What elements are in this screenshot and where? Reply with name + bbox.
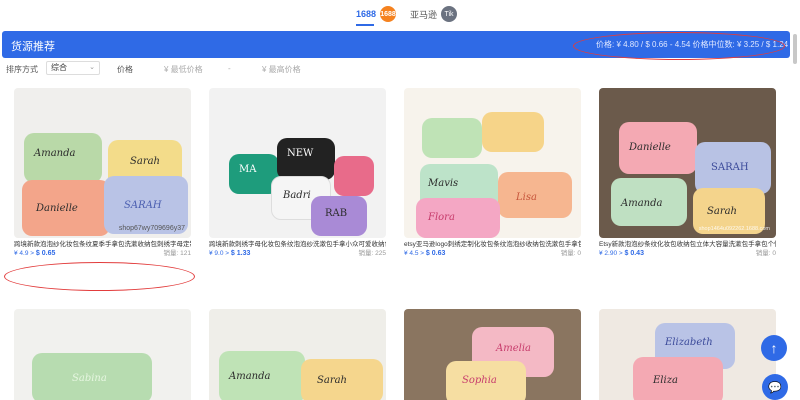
bag-text: RAB [325, 208, 348, 219]
tab-1688[interactable]: 1688 1688 [356, 4, 397, 26]
bag-text: Eliza [653, 375, 678, 386]
bag-text: Amelia [496, 343, 531, 354]
highlight-annotation [4, 262, 195, 291]
bag-text: Sarah [707, 206, 737, 217]
price-cny: ¥ 9.0 [209, 250, 224, 257]
product-title[interactable]: etsy亚马逊logo刺绣定制化妆包条纹泡泡纱收纳包洗漱包手拿包定制 [404, 240, 581, 249]
product-meta: ¥ 4.5 > $ 0.63 销量: 0 [404, 249, 581, 259]
chat-button[interactable]: 💬 [762, 374, 788, 400]
bag-text: SARAH [124, 200, 162, 211]
bag-text: Amanda [34, 148, 76, 159]
sales-count: 销量: 0 [560, 250, 581, 257]
image-watermark: shop1464u092262.1688.com [698, 226, 770, 232]
sort-value: 综合 [51, 63, 67, 72]
chat-bubble-icon: 💬 [768, 381, 782, 394]
sales-count: 销量: 0 [755, 250, 776, 257]
bag-text: Danielle [36, 203, 78, 214]
arrow-up-icon: ↑ [770, 340, 778, 356]
bag-text: Mavis [428, 178, 459, 189]
product-title[interactable]: Etsy新款泡泡纱条纹化妆包收纳包立体大容量洗漱包手拿包个性定制刺绣 [599, 240, 776, 249]
price-usd: $ 0.63 [425, 250, 446, 257]
product-image[interactable]: Amanda Sarah Danielle SARAH shop67wy7096… [14, 88, 191, 238]
bag-text: Danielle [629, 142, 671, 153]
back-to-top-button[interactable]: ↑ [761, 335, 787, 361]
tab-amazon-label: 亚马逊 [410, 9, 438, 20]
product-card[interactable]: Danielle SARAH Amanda Sarah shop1464u092… [599, 88, 776, 259]
product-price: ¥ 4.5 > $ 0.63 [404, 250, 446, 257]
bag-text: Sarah [130, 156, 160, 167]
product-meta: ¥ 9.0 > $ 1.33 销量: 225 [209, 249, 386, 259]
tab-1688-label: 1688 [356, 9, 377, 19]
bag-text: NEW [287, 148, 314, 159]
bag-text: Badri [283, 190, 311, 201]
product-image[interactable]: Danielle SARAH Amanda Sarah shop1464u092… [599, 88, 776, 238]
price-cny: ¥ 4.5 [404, 250, 419, 257]
product-image[interactable]: Amelia Sophia [404, 309, 581, 400]
product-card[interactable]: Elizabeth Eliza [599, 309, 776, 400]
sort-label: 排序方式 [6, 65, 38, 74]
chevron-down-icon: ⌄ [89, 64, 95, 71]
active-tab-indicator [356, 24, 374, 26]
price-cny: ¥ 4.9 [14, 250, 29, 257]
bag-text: Sabina [72, 373, 107, 384]
source-tabs: 1688 1688 亚马逊 Tik [0, 0, 800, 30]
product-card[interactable]: Sabina [14, 309, 191, 400]
product-image[interactable]: Amanda Sarah [209, 309, 386, 400]
1688-logo-icon: 1688 [380, 6, 397, 22]
bag-text: Amanda [229, 371, 271, 382]
price-label: 价格 [117, 65, 133, 74]
bag-text: Elizabeth [665, 337, 713, 348]
bag-text: Sophia [462, 375, 497, 386]
bag-text: Flora [428, 212, 455, 223]
sales-count: 销量: 225 [358, 250, 386, 257]
price-usd: $ 1.33 [230, 250, 251, 257]
product-title[interactable]: 跨境新款泡泡纱化妆包条纹夏季手拿包洗漱收纳包刺绣字母定制化妆包 [14, 240, 191, 249]
filter-bar: 排序方式 综合 ⌄ 价格 ¥ 最低价格 - ¥ 最高价格 [0, 61, 790, 77]
product-card[interactable]: Amanda Sarah [209, 309, 386, 400]
price-max-input[interactable]: ¥ 最高价格 [262, 64, 301, 75]
image-watermark: shop67wy709696y37 [118, 225, 185, 232]
product-price: ¥ 4.9 > $ 0.65 [14, 250, 56, 257]
product-meta: ¥ 2.90 > $ 0.43 销量: 0 [599, 249, 776, 259]
product-price: ¥ 9.0 > $ 1.33 [209, 250, 251, 257]
highlight-annotation [573, 32, 785, 60]
product-card[interactable]: Amanda Sarah Danielle SARAH shop67wy7096… [14, 88, 191, 259]
price-separator: - [228, 64, 231, 73]
bag-text: MA [239, 164, 257, 175]
product-image[interactable]: Elizabeth Eliza [599, 309, 776, 400]
price-cny: ¥ 2.90 [599, 250, 618, 257]
product-meta: ¥ 4.9 > $ 0.65 销量: 121 [14, 249, 191, 259]
bag-text: SARAH [711, 162, 749, 173]
product-card[interactable]: Mavis Flora Lisa etsy亚马逊logo刺绣定制化妆包条纹泡泡纱… [404, 88, 581, 259]
product-image[interactable]: Sabina [14, 309, 191, 400]
tab-amazon[interactable]: 亚马逊 Tik [410, 4, 458, 24]
product-image[interactable]: MA NEW Badri RAB [209, 88, 386, 238]
price-usd: $ 0.43 [624, 250, 644, 257]
page-title: 货源推荐 [11, 41, 55, 53]
tiktok-logo-icon: Tik [441, 6, 458, 22]
sales-count: 销量: 121 [163, 250, 191, 257]
product-price: ¥ 2.90 > $ 0.43 [599, 250, 644, 257]
price-usd: $ 0.65 [35, 250, 56, 257]
product-image[interactable]: Mavis Flora Lisa [404, 88, 581, 238]
sort-select[interactable]: 综合 ⌄ [46, 61, 100, 75]
product-card[interactable]: MA NEW Badri RAB 跨境新款刺绣字母化妆包条纹泡泡纱洗漱包手拿小众… [209, 88, 386, 259]
product-card[interactable]: Amelia Sophia [404, 309, 581, 400]
product-title[interactable]: 跨境新款刺绣字母化妆包条纹泡泡纱洗漱包手拿小众可爱收纳包化妆袋 [209, 240, 386, 249]
bag-text: Amanda [621, 198, 663, 209]
bag-text: Sarah [317, 375, 347, 386]
scrollbar[interactable] [793, 34, 797, 64]
bag-text: Lisa [516, 192, 537, 203]
price-min-input[interactable]: ¥ 最低价格 [164, 64, 203, 75]
